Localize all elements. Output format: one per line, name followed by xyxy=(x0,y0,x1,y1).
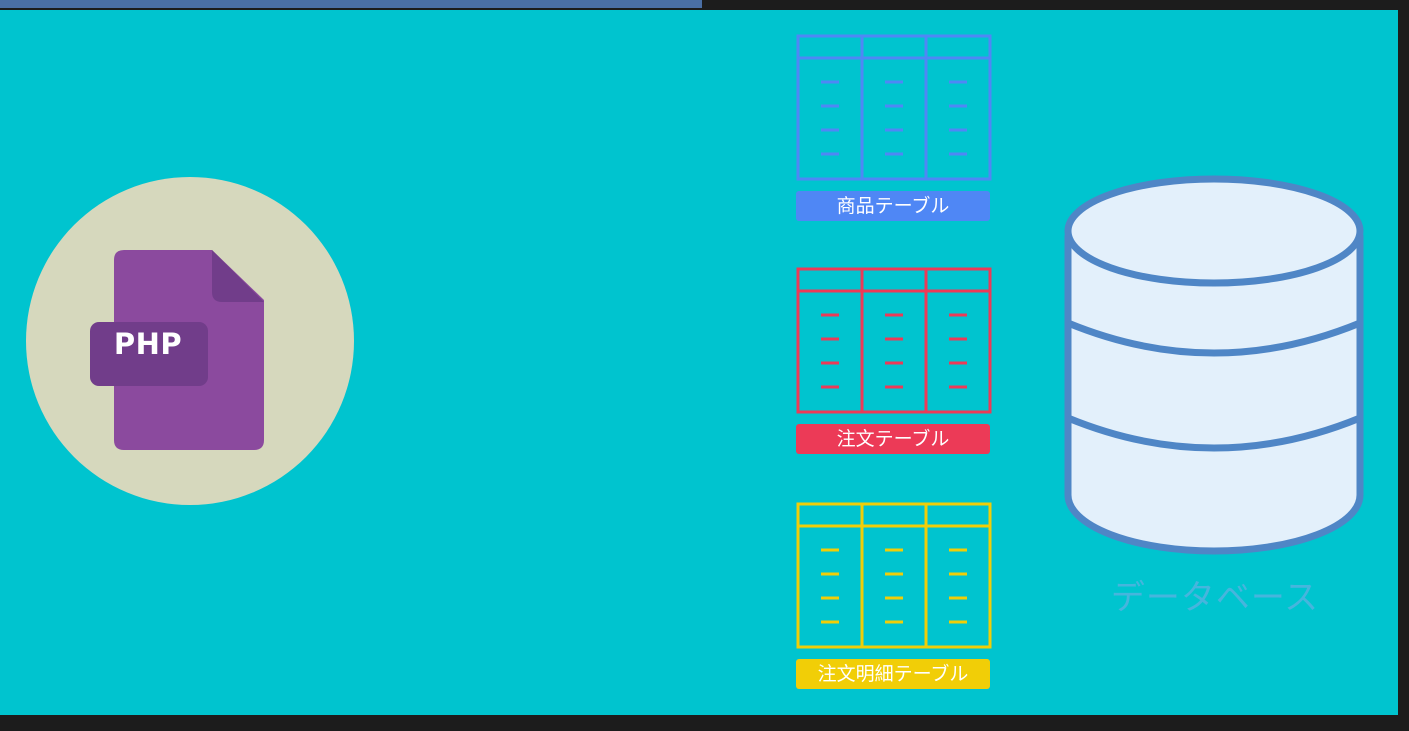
product-table: 商品テーブル xyxy=(796,34,992,221)
diagram-stage: PHP 商品テーブル 注文テーブル 注文明細テーブル データベース xyxy=(0,10,1398,715)
order-detail-table-icon xyxy=(796,502,992,649)
database-label: データベース xyxy=(1110,578,1320,618)
database-icon xyxy=(1062,173,1366,561)
order-detail-table-caption: 注文明細テーブル xyxy=(796,659,990,689)
order-detail-table: 注文明細テーブル xyxy=(796,502,992,689)
order-table-icon xyxy=(796,267,992,414)
product-table-caption: 商品テーブル xyxy=(796,191,990,221)
php-label: PHP xyxy=(113,327,183,361)
video-progress-bar xyxy=(0,0,702,8)
order-table-caption: 注文テーブル xyxy=(796,424,990,454)
product-table-icon xyxy=(796,34,992,181)
php-file-icon: PHP xyxy=(88,240,268,459)
order-table: 注文テーブル xyxy=(796,267,992,454)
